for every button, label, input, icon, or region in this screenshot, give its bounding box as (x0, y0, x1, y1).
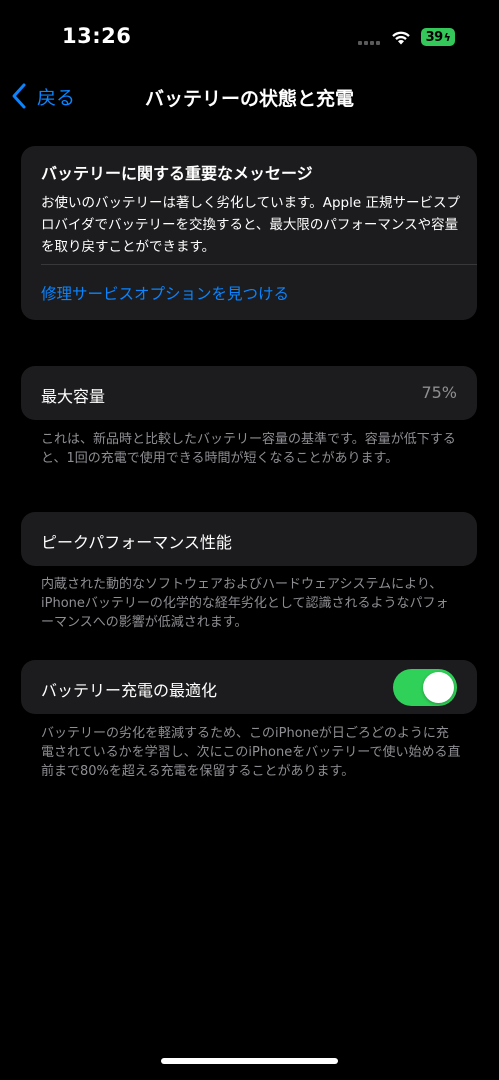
bolt-icon: ϟ (443, 30, 451, 44)
status-time: 13:26 (62, 24, 132, 48)
max-capacity-label: 最大容量 (41, 387, 106, 406)
peak-performance-footnote: 内蔵された動的なソフトウェアおよびハードウェアシステムにより、iPhoneバッテ… (41, 577, 449, 630)
optimized-charging-toggle[interactable] (393, 669, 457, 706)
repair-options-link[interactable]: 修理サービスオプションを見つける (41, 282, 289, 304)
battery-message-card: バッテリーに関する重要なメッセージ お使いのバッテリーは著しく劣化しています。A… (21, 146, 477, 320)
max-capacity-value: 75% (421, 383, 457, 402)
signal-icon (358, 39, 382, 45)
message-title: バッテリーに関する重要なメッセージ (41, 164, 313, 183)
battery-icon: 39 ϟ (421, 28, 455, 46)
status-bar: 13:26 39 ϟ (0, 0, 499, 70)
message-body: お使いのバッテリーは著しく劣化しています。Apple 正規サービスプロバイダでバ… (41, 195, 460, 255)
max-capacity-row: 最大容量 75% (21, 366, 477, 420)
home-indicator[interactable] (161, 1058, 338, 1064)
peak-performance-label: ピークパフォーマンス性能 (41, 533, 232, 552)
peak-performance-row: ピークパフォーマンス性能 (21, 512, 477, 566)
divider (41, 264, 477, 265)
optimized-charging-footnote: バッテリーの劣化を軽減するため、このiPhoneが日ごろどのように充電されている… (41, 726, 461, 779)
optimized-charging-row: バッテリー充電の最適化 (21, 660, 477, 714)
optimized-charging-label: バッテリー充電の最適化 (41, 681, 218, 700)
nav-bar: 戻る バッテリーの状態と充電 (0, 76, 499, 120)
page-title: バッテリーの状態と充電 (144, 88, 354, 110)
toggle-knob (423, 672, 454, 703)
max-capacity-footnote: これは、新品時と比較したバッテリー容量の基準です。容量が低下すると、1回の充電で… (41, 432, 456, 466)
wifi-icon (392, 31, 410, 45)
battery-level: 39 (425, 29, 444, 45)
